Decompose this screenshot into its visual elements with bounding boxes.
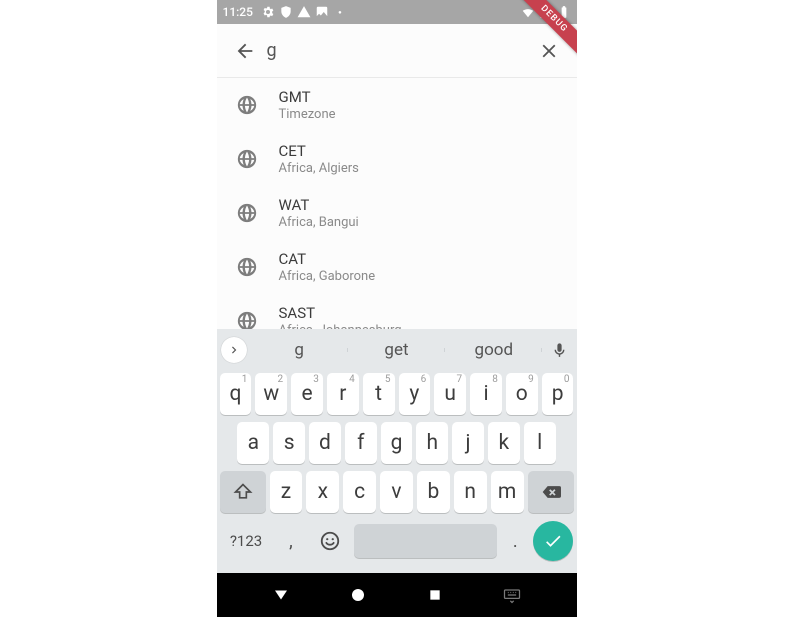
globe-icon [233, 91, 261, 119]
mic-icon [551, 342, 568, 359]
key-v[interactable]: v [380, 471, 413, 513]
shield-icon [279, 5, 293, 19]
result-title: GMT [279, 88, 336, 106]
soft-keyboard: g get good q1w2e3r4t5y6u7i8o9p0 asdfghjk… [217, 329, 577, 573]
key-x[interactable]: x [306, 471, 339, 513]
close-icon [538, 40, 560, 62]
search-result-item[interactable]: CATAfrica, Gaborone [217, 240, 577, 294]
emoji-icon [319, 530, 341, 552]
key-w[interactable]: w2 [255, 373, 287, 415]
nav-back-button[interactable] [270, 584, 292, 606]
keyboard-suggestion-bar: g get good [217, 329, 577, 371]
key-h[interactable]: h [416, 422, 448, 464]
key-b[interactable]: b [417, 471, 450, 513]
search-bar [217, 24, 577, 78]
backspace-key[interactable] [528, 471, 574, 513]
globe-icon [233, 199, 261, 227]
keyboard-suggestion[interactable]: get [348, 340, 445, 360]
nav-hide-keyboard-button[interactable] [501, 584, 523, 606]
globe-icon [233, 253, 261, 281]
triangle-down-icon [272, 586, 290, 604]
spacebar-key[interactable] [354, 524, 497, 558]
key-t[interactable]: t5 [363, 373, 395, 415]
phone-frame: DEBUG 11:25 ● GMTTimezoneCETAfrica, Algi… [217, 0, 577, 617]
key-u[interactable]: u7 [434, 373, 466, 415]
result-subtitle: Timezone [279, 107, 336, 122]
circle-icon [349, 586, 367, 604]
shift-icon [233, 482, 253, 502]
result-subtitle: Africa, Gaborone [279, 269, 376, 284]
result-title: CAT [279, 250, 376, 268]
android-nav-bar [217, 573, 577, 617]
search-input[interactable] [265, 40, 529, 61]
check-icon [543, 531, 563, 551]
globe-icon [233, 145, 261, 173]
keyboard-suggestion[interactable]: good [445, 340, 542, 360]
voice-input-button[interactable] [542, 342, 576, 359]
key-s[interactable]: s [273, 422, 305, 464]
globe-icon [233, 307, 261, 329]
search-results: GMTTimezoneCETAfrica, AlgiersWATAfrica, … [217, 78, 577, 329]
result-title: CET [279, 142, 359, 160]
period-key[interactable]: . [501, 520, 530, 562]
key-i[interactable]: i8 [470, 373, 502, 415]
key-d[interactable]: d [309, 422, 341, 464]
key-q[interactable]: q1 [220, 373, 252, 415]
search-result-item[interactable]: SASTAfrica, Johannesburg [217, 294, 577, 329]
comma-key[interactable]: , [277, 520, 306, 562]
key-r[interactable]: r4 [327, 373, 359, 415]
nav-home-button[interactable] [347, 584, 369, 606]
emoji-key[interactable] [309, 520, 350, 562]
search-result-item[interactable]: WATAfrica, Bangui [217, 186, 577, 240]
key-l[interactable]: l [524, 422, 556, 464]
image-icon [315, 5, 329, 19]
symbols-key[interactable]: ?123 [220, 521, 273, 561]
key-m[interactable]: m [491, 471, 524, 513]
key-o[interactable]: o9 [506, 373, 538, 415]
result-subtitle: Africa, Algiers [279, 161, 359, 176]
key-f[interactable]: f [345, 422, 377, 464]
arrow-back-icon [234, 40, 256, 62]
square-icon [427, 587, 443, 603]
expand-suggestions-button[interactable] [221, 337, 247, 363]
key-j[interactable]: j [452, 422, 484, 464]
keyboard-icon [502, 585, 522, 605]
nav-recents-button[interactable] [424, 584, 446, 606]
result-title: SAST [279, 304, 402, 322]
backspace-icon [541, 482, 561, 502]
search-result-item[interactable]: CETAfrica, Algiers [217, 132, 577, 186]
search-result-item[interactable]: GMTTimezone [217, 78, 577, 132]
result-subtitle: Africa, Bangui [279, 215, 359, 230]
key-y[interactable]: y6 [399, 373, 431, 415]
key-n[interactable]: n [454, 471, 487, 513]
keyboard-suggestion[interactable]: g [251, 340, 348, 360]
status-bar: 11:25 ● [217, 0, 577, 24]
status-time: 11:25 [223, 5, 253, 19]
chevron-right-icon [227, 343, 241, 357]
key-g[interactable]: g [381, 422, 413, 464]
key-z[interactable]: z [270, 471, 303, 513]
key-a[interactable]: a [237, 422, 269, 464]
enter-key[interactable] [533, 521, 573, 561]
key-p[interactable]: p0 [542, 373, 574, 415]
back-button[interactable] [225, 31, 265, 71]
gear-icon [261, 5, 275, 19]
warning-icon [297, 5, 311, 19]
shift-key[interactable] [220, 471, 266, 513]
key-e[interactable]: e3 [291, 373, 323, 415]
key-c[interactable]: c [343, 471, 376, 513]
dot-icon: ● [333, 5, 347, 19]
key-k[interactable]: k [488, 422, 520, 464]
result-title: WAT [279, 196, 359, 214]
